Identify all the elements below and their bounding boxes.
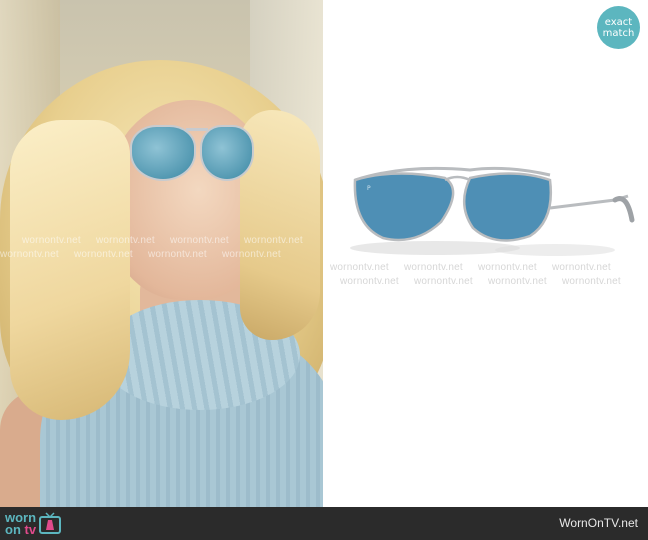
watermark: wornontv.net [552, 262, 611, 273]
watermark: wornontv.net [96, 235, 155, 246]
right-lens [463, 172, 552, 242]
watermark: wornontv.net [330, 262, 389, 273]
watermark: wornontv.net [0, 249, 59, 260]
watermark: wornontv.net [488, 276, 547, 287]
watermark: wornontv.net [74, 249, 133, 260]
svg-text:P: P [367, 185, 371, 192]
watermark: wornontv.net [148, 249, 207, 260]
wornontv-logo[interactable]: worn on tv [5, 510, 62, 538]
worn-sunglasses-bridge [186, 128, 208, 131]
watermark: wornontv.net [404, 262, 463, 273]
logo-line2: on tv [5, 522, 37, 537]
watermark: wornontv.net [244, 235, 303, 246]
exact-match-badge: exact match [597, 6, 640, 49]
worn-sunglasses-lens [200, 125, 254, 181]
worn-sunglasses-lens [130, 125, 196, 181]
tv-dress-icon [39, 512, 62, 534]
left-lens [353, 172, 455, 242]
watermark: wornontv.net [562, 276, 621, 287]
footer-bar [0, 507, 648, 540]
watermark: wornontv.net [222, 249, 281, 260]
logo-text: worn on tv [5, 511, 37, 537]
watermark: wornontv.net [414, 276, 473, 287]
watermark: wornontv.net [478, 262, 537, 273]
site-name[interactable]: WornOnTV.net [559, 516, 638, 530]
badge-line2: match [602, 27, 635, 39]
watermark: wornontv.net [170, 235, 229, 246]
watermark: wornontv.net [340, 276, 399, 287]
hair-left [10, 120, 130, 420]
watermark: wornontv.net [22, 235, 81, 246]
badge-line1: exact [604, 16, 633, 28]
aviator-sunglasses-icon[interactable]: P [345, 150, 635, 260]
